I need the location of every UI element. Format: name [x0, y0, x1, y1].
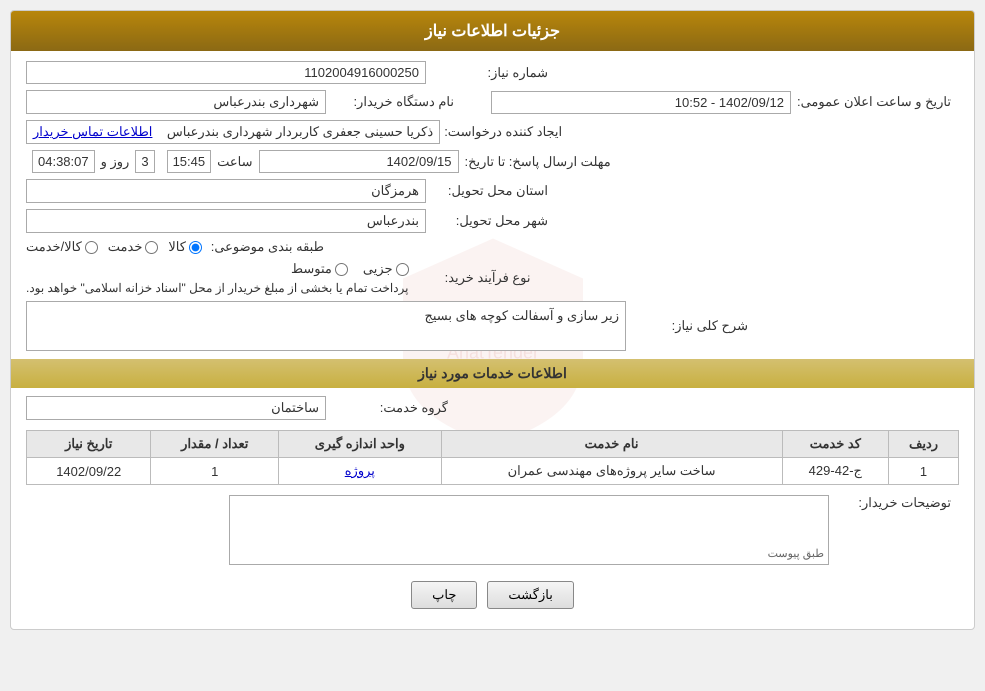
buyer-name-label: نام دستگاه خریدار: [332, 94, 462, 110]
col-code: کد خدمت [782, 431, 888, 458]
province-row: استان محل تحویل: هرمزگان [26, 179, 959, 203]
deadline-time: 15:45 [167, 150, 212, 173]
time-label: ساعت [217, 154, 252, 170]
need-number-row: شماره نیاز: 1102004916000250 [26, 61, 959, 84]
category-kala-label[interactable]: کالا [168, 239, 202, 255]
category-kala-khedmat-label[interactable]: کالا/خدمت [26, 239, 98, 255]
services-table: ردیف کد خدمت نام خدمت واحد اندازه گیری ت… [26, 430, 959, 485]
category-khedmat-label[interactable]: خدمت [108, 239, 159, 255]
creator-label: ایجاد کننده درخواست: [440, 124, 570, 140]
purchase-motovaset-radio[interactable] [335, 263, 348, 276]
page-title: جزئیات اطلاعات نیاز [11, 11, 974, 51]
table-header-row: ردیف کد خدمت نام خدمت واحد اندازه گیری ت… [27, 431, 959, 458]
col-row-num: ردیف [889, 431, 959, 458]
row-code: ج-42-429 [782, 458, 888, 485]
back-button[interactable]: بازگشت [487, 581, 573, 609]
category-kala-text: کالا [168, 239, 186, 255]
button-row: بازگشت چاپ [26, 571, 959, 619]
province-label: استان محل تحویل: [426, 183, 556, 199]
purchase-jozvi-radio[interactable] [396, 263, 409, 276]
creator-value: ذکریا حسینی جعفری کاربردار شهرداری بندرع… [26, 120, 440, 144]
notes-tab-label: طبق پیوست [768, 547, 824, 560]
need-number-label: شماره نیاز: [426, 65, 556, 81]
deadline-row: مهلت ارسال پاسخ: تا تاریخ: 1402/09/15 سا… [26, 150, 959, 173]
row-date: 1402/09/22 [27, 458, 151, 485]
buyer-name-value: شهرداری بندرعباس [26, 90, 326, 114]
category-khedmat-radio[interactable] [145, 241, 158, 254]
row-num: 1 [889, 458, 959, 485]
announcement-date-value: 1402/09/12 - 10:52 [491, 91, 791, 114]
purchase-note-text: پرداخت تمام یا بخشی از مبلغ خریدار از مح… [26, 281, 409, 295]
announcement-date-label: تاریخ و ساعت اعلان عمومی: [797, 94, 959, 110]
col-date: تاریخ نیاز [27, 431, 151, 458]
services-section-title: اطلاعات خدمات مورد نیاز [11, 359, 974, 388]
need-number-value: 1102004916000250 [26, 61, 426, 84]
general-desc-box: زیر سازی و آسفالت کوچه های بسیج [26, 301, 626, 351]
card-body: AnatTender .net شماره نیاز: 110200491600… [11, 51, 974, 629]
city-value: بندرعباس [26, 209, 426, 233]
main-card: جزئیات اطلاعات نیاز AnatTender .net شمار… [10, 10, 975, 630]
purchase-motovaset-label[interactable]: متوسط [291, 261, 348, 277]
buyer-notes-row: توضیحات خریدار: طبق پیوست [26, 495, 959, 565]
deadline-days: 3 [135, 150, 154, 173]
row-name: ساخت سایر پروژه‌های مهندسی عمران [441, 458, 782, 485]
buyer-notes-label: توضیحات خریدار: [829, 495, 959, 511]
col-qty: تعداد / مقدار [151, 431, 279, 458]
general-desc-label: شرح کلی نیاز: [626, 318, 756, 334]
service-group-row: گروه خدمت: ساختمان [26, 396, 959, 420]
col-unit: واحد اندازه گیری [279, 431, 441, 458]
col-name: نام خدمت [441, 431, 782, 458]
table-row: 1 ج-42-429 ساخت سایر پروژه‌های مهندسی عم… [27, 458, 959, 485]
print-button[interactable]: چاپ [411, 581, 477, 609]
page-wrapper: جزئیات اطلاعات نیاز AnatTender .net شمار… [0, 0, 985, 691]
purchase-type-row: نوع فرآیند خرید: جزیی متوسط [26, 261, 959, 295]
category-khedmat-text: خدمت [108, 239, 143, 255]
category-kala-radio[interactable] [189, 241, 202, 254]
service-group-label: گروه خدمت: [326, 400, 456, 416]
deadline-date: 1402/09/15 [259, 150, 459, 173]
row-unit[interactable]: پروژه [279, 458, 441, 485]
creator-link[interactable]: اطلاعات تماس خریدار [33, 124, 152, 139]
purchase-jozvi-text: جزیی [363, 261, 393, 277]
province-value: هرمزگان [26, 179, 426, 203]
row-qty: 1 [151, 458, 279, 485]
category-kala-khedmat-radio[interactable] [85, 241, 98, 254]
deadline-hours: 04:38:07 [32, 150, 95, 173]
services-table-section: ردیف کد خدمت نام خدمت واحد اندازه گیری ت… [26, 430, 959, 485]
purchase-jozvi-label[interactable]: جزیی [363, 261, 409, 277]
buyer-notes-box: طبق پیوست [229, 495, 829, 565]
purchase-type-label: نوع فرآیند خرید: [409, 270, 539, 286]
purchase-motovaset-text: متوسط [291, 261, 332, 277]
creator-row: ایجاد کننده درخواست: ذکریا حسینی جعفری ک… [26, 120, 959, 144]
city-label: شهر محل تحویل: [426, 213, 556, 229]
category-radio-group: کالا خدمت کالا/خدمت [26, 239, 202, 255]
general-desc-row: شرح کلی نیاز: زیر سازی و آسفالت کوچه های… [26, 301, 959, 351]
city-row: شهر محل تحویل: بندرعباس [26, 209, 959, 233]
deadline-label: مهلت ارسال پاسخ: تا تاریخ: [465, 154, 619, 170]
purchase-type-options: جزیی متوسط [26, 261, 409, 277]
category-row: طبقه بندی موضوعی: کالا خدمت کالا/خدمت [26, 239, 959, 255]
days-word: روز و [101, 154, 130, 170]
category-kala-khedmat-text: کالا/خدمت [26, 239, 82, 255]
service-group-value: ساختمان [26, 396, 326, 420]
category-label: طبقه بندی موضوعی: [202, 239, 332, 255]
buyer-date-row: تاریخ و ساعت اعلان عمومی: 1402/09/12 - 1… [26, 90, 959, 114]
form-content: شماره نیاز: 1102004916000250 تاریخ و ساع… [26, 61, 959, 565]
